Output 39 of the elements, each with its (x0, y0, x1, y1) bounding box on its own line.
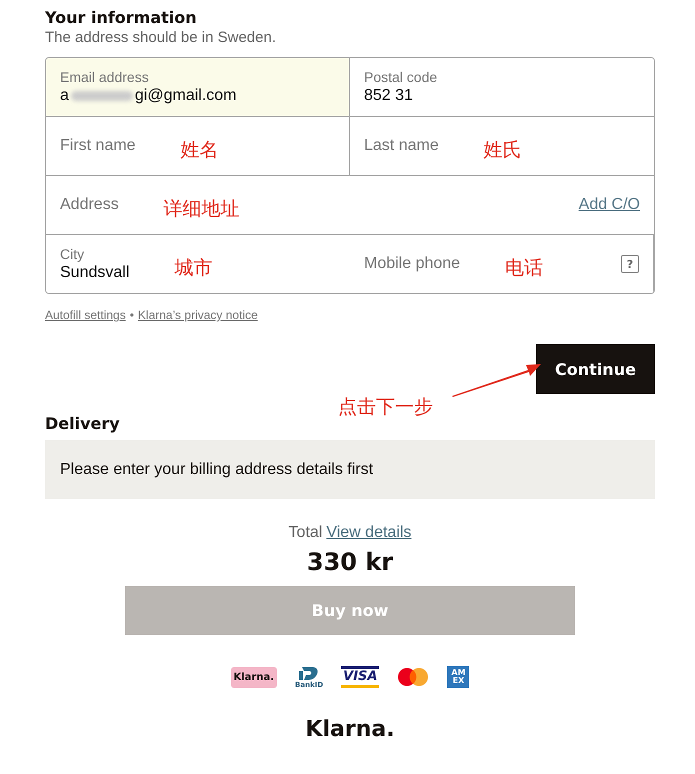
field-label: Postal code (364, 69, 438, 85)
input-field[interactable]: First name 姓名 (46, 117, 350, 176)
text-link[interactable]: Klarna’s privacy notice (138, 308, 258, 322)
amex-logo: AM EX (447, 666, 470, 688)
add-co-link[interactable]: Add C/O (578, 196, 640, 214)
annotation-text: 点击下一步 (338, 395, 433, 420)
continue-button[interactable]: Continue (536, 344, 655, 394)
total-amount: 330 kr (306, 548, 394, 576)
annotation-text: 电话 (505, 256, 544, 281)
field-value: 852 31 (364, 87, 413, 105)
blurred-text (70, 91, 133, 101)
field-label: First name (60, 137, 136, 155)
section-subtitle: The address should be in Sweden. (45, 29, 277, 46)
field-label: City (60, 246, 86, 262)
delivery-message: Please enter your billing address details first (45, 440, 655, 499)
field-value: gi@gmail.com (134, 87, 237, 105)
field-label: Address (60, 196, 119, 214)
view-details-link[interactable]: View details (326, 524, 412, 542)
help-icon[interactable]: ? (621, 255, 639, 273)
visa-logo: VISA (341, 666, 380, 688)
text-link[interactable]: Autofill settings (45, 308, 126, 322)
field-value: Sundsvall (60, 264, 130, 282)
field-label: Last name (364, 137, 439, 155)
field-label: Mobile phone (364, 255, 460, 273)
annotation-text: 姓氏 (484, 138, 522, 163)
mastercard-logo (397, 667, 430, 687)
section-title: Your information (45, 8, 198, 27)
field-value: a (60, 87, 69, 105)
annotation-text: 姓名 (180, 138, 219, 163)
separator-dot: • (130, 308, 134, 322)
total-label: Total (288, 524, 322, 542)
input-field[interactable]: Postal code 852 31 (350, 58, 654, 117)
annotation-text: 城市 (174, 256, 212, 281)
annotation-text: 详细地址 (164, 197, 240, 222)
field-label: Email address (60, 69, 150, 85)
delivery-title: Delivery (45, 414, 121, 433)
klarna-logo: Klarna. (304, 717, 396, 742)
klarna-logo: Klarna. (230, 666, 278, 688)
input-field[interactable]: Email address a gi@gmail.com (46, 58, 350, 117)
